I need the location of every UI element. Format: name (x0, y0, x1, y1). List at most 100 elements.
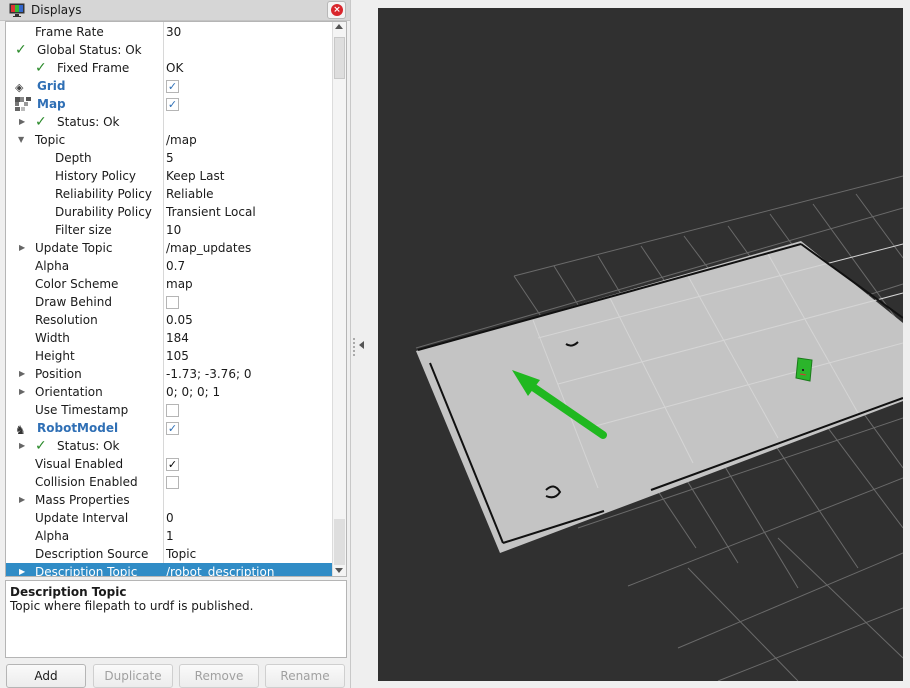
row-label: Global Status: Ok (37, 43, 142, 57)
3d-viewport[interactable] (378, 8, 903, 681)
row-value[interactable]: 0.7 (166, 257, 185, 275)
draw-behind-checkbox[interactable] (166, 296, 179, 309)
tree-row-collision-enabled[interactable]: Collision Enabled (6, 473, 332, 491)
collapse-arrow-icon[interactable]: ▼ (18, 131, 28, 149)
tree-row-global-status[interactable]: ✓ Global Status: Ok (6, 41, 332, 59)
row-label: Description Topic (35, 565, 138, 577)
tree-row-durability-policy[interactable]: Durability Policy Transient Local (6, 203, 332, 221)
tree-row-color-scheme[interactable]: Color Scheme map (6, 275, 332, 293)
row-value: OK (166, 61, 184, 75)
tree-scrollbar[interactable] (332, 22, 346, 576)
tree-row-depth[interactable]: Depth 5 (6, 149, 332, 167)
tree-row-update-interval[interactable]: Update Interval 0 (6, 509, 332, 527)
tree-row-alpha[interactable]: Alpha 0.7 (6, 257, 332, 275)
expand-arrow-icon[interactable]: ▶ (19, 437, 29, 455)
row-label: Visual Enabled (35, 457, 124, 471)
visual-enabled-checkbox[interactable]: ✓ (166, 458, 179, 471)
expand-arrow-icon[interactable]: ▶ (19, 365, 29, 383)
tree-row-mass-properties[interactable]: ▶ Mass Properties (6, 491, 332, 509)
expand-arrow-icon[interactable]: ▶ (19, 383, 29, 401)
row-value[interactable]: /robot_description (166, 563, 274, 576)
row-value[interactable]: Keep Last (166, 167, 224, 185)
add-button[interactable]: Add (6, 664, 86, 688)
collapse-left-icon[interactable] (359, 341, 364, 349)
row-value[interactable]: /map (166, 131, 197, 149)
expand-arrow-icon[interactable]: ▶ (19, 563, 29, 576)
tree-row-map-status[interactable]: ▶ ✓ Status: Ok (6, 113, 332, 131)
tree-row-history-policy[interactable]: History Policy Keep Last (6, 167, 332, 185)
scrollbar-track-lower[interactable] (334, 519, 345, 565)
tree-row-orientation[interactable]: ▶ Orientation 0; 0; 0; 1 (6, 383, 332, 401)
row-value[interactable]: 0 (166, 509, 174, 527)
tree-row-update-topic[interactable]: ▶ Update Topic /map_updates (6, 239, 332, 257)
collision-enabled-checkbox[interactable] (166, 476, 179, 489)
row-value[interactable]: 10 (166, 221, 181, 239)
tree-row-use-timestamp[interactable]: Use Timestamp (6, 401, 332, 419)
tree-row-frame-rate[interactable]: Frame Rate 30 (6, 23, 332, 41)
panel-title: Displays (31, 3, 82, 17)
row-value: 0; 0; 0; 1 (166, 385, 221, 399)
row-label: Description Source (35, 547, 149, 561)
row-value[interactable]: Reliable (166, 185, 214, 203)
row-value[interactable]: Topic (166, 545, 196, 563)
tree-row-height[interactable]: Height 105 (6, 347, 332, 365)
scene-render (415, 175, 903, 681)
row-label: Frame Rate (35, 25, 104, 39)
row-value[interactable]: 1 (166, 527, 174, 545)
tree-row-grid[interactable]: ◈ Grid ✓ (6, 77, 332, 95)
tree-row-position[interactable]: ▶ Position -1.73; -3.76; 0 (6, 365, 332, 383)
row-value[interactable]: 30 (166, 23, 181, 41)
duplicate-button[interactable]: Duplicate (93, 664, 173, 688)
row-label: Update Interval (35, 511, 129, 525)
scrollbar-thumb[interactable] (334, 37, 345, 79)
tree-row-resolution[interactable]: Resolution 0.05 (6, 311, 332, 329)
use-timestamp-checkbox[interactable] (166, 404, 179, 417)
row-label: Durability Policy (55, 205, 152, 219)
tree-row-width[interactable]: Width 184 (6, 329, 332, 347)
scroll-up-icon[interactable] (335, 24, 343, 29)
tree-row-draw-behind[interactable]: Draw Behind (6, 293, 332, 311)
tree-row-fixed-frame[interactable]: ✓ Fixed Frame OK (6, 59, 332, 77)
robotmodel-enabled-checkbox[interactable]: ✓ (166, 422, 179, 435)
panel-splitter[interactable] (350, 0, 378, 688)
robot-model (795, 357, 813, 382)
map-enabled-checkbox[interactable]: ✓ (166, 98, 179, 111)
tree-row-description-source[interactable]: Description Source Topic (6, 545, 332, 563)
scroll-down-icon[interactable] (335, 568, 343, 573)
tree-row-reliability-policy[interactable]: Reliability Policy Reliable (6, 185, 332, 203)
splitter-handle[interactable] (353, 338, 355, 356)
tree-row-robot-alpha[interactable]: Alpha 1 (6, 527, 332, 545)
row-label: Use Timestamp (35, 403, 129, 417)
row-value: 105 (166, 349, 189, 363)
displays-tree: Frame Rate 30 ✓ Global Status: Ok ✓ Fixe… (5, 21, 347, 577)
tree-row-map[interactable]: Map ✓ (6, 95, 332, 113)
grid-icon: ◈ (15, 81, 24, 94)
panel-title-bar: Displays × (0, 0, 350, 21)
row-value[interactable]: map (166, 275, 193, 293)
row-label: Alpha (35, 259, 70, 273)
remove-button[interactable]: Remove (179, 664, 259, 688)
status-ok-icon: ✓ (35, 60, 47, 76)
tree-row-topic[interactable]: ▼ Topic /map (6, 131, 332, 149)
tree-row-filter-size[interactable]: Filter size 10 (6, 221, 332, 239)
row-label: Status: Ok (57, 115, 120, 129)
row-value[interactable]: /map_updates (166, 239, 251, 257)
row-value: 0.05 (166, 313, 193, 327)
expand-arrow-icon[interactable]: ▶ (19, 491, 29, 509)
tree-row-robotmodel[interactable]: ♞ RobotModel ✓ (6, 419, 332, 437)
close-button[interactable]: × (327, 1, 346, 19)
tree-row-description-topic[interactable]: ▶ Description Topic /robot_description (6, 563, 332, 577)
row-value[interactable]: Transient Local (166, 203, 256, 221)
row-label: Color Scheme (35, 277, 119, 291)
expand-arrow-icon[interactable]: ▶ (19, 239, 29, 257)
rename-button[interactable]: Rename (265, 664, 345, 688)
robot-icon: ♞ (15, 423, 26, 437)
tree-row-visual-enabled[interactable]: Visual Enabled ✓ (6, 455, 332, 473)
row-value[interactable]: 5 (166, 149, 174, 167)
tree-row-robotmodel-status[interactable]: ▶ ✓ Status: Ok (6, 437, 332, 455)
grid-enabled-checkbox[interactable]: ✓ (166, 80, 179, 93)
row-label: Width (35, 331, 70, 345)
row-label: Collision Enabled (35, 475, 138, 489)
expand-arrow-icon[interactable]: ▶ (19, 113, 29, 131)
property-description-box: Description Topic Topic where filepath t… (5, 580, 347, 658)
